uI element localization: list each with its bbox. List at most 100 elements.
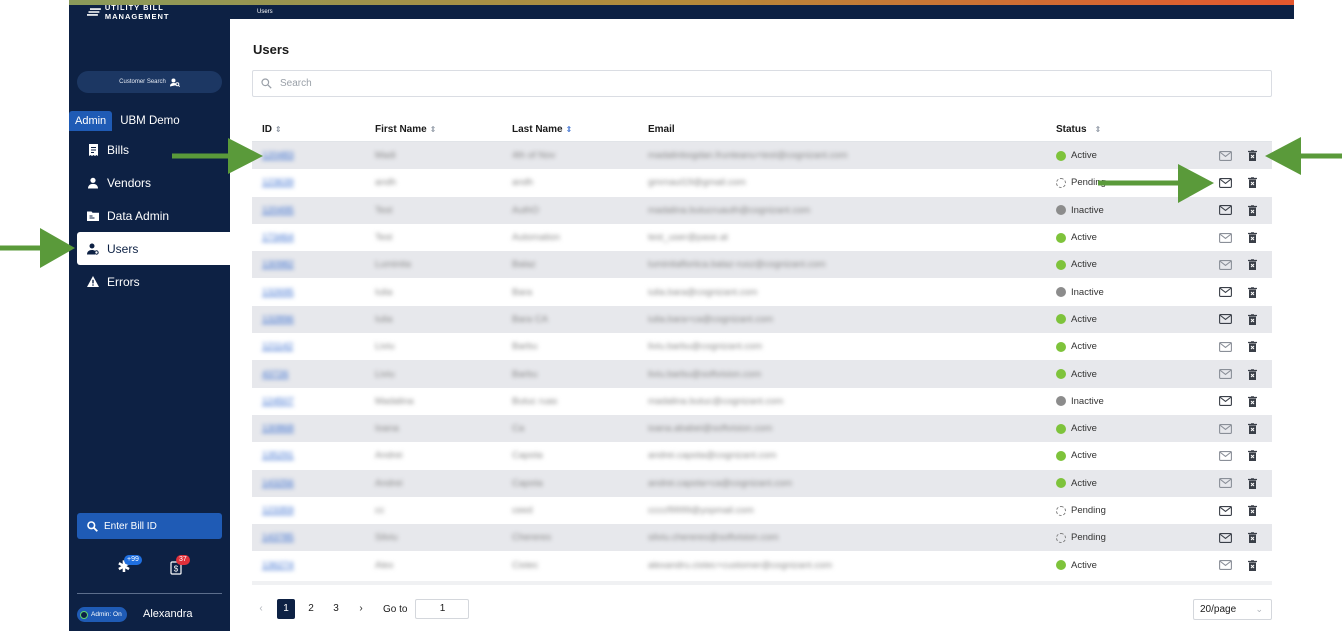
table-row[interactable]: 132896 Iulia Bara CA iulia.bara+ca@cognizan… — [252, 305, 1272, 334]
bills-icon — [87, 143, 99, 156]
user-id-link[interactable]: 121142 — [262, 341, 293, 352]
cell-email: luminitafloriica.balaz-rusz@cognizant.co… — [648, 259, 826, 271]
table-row[interactable]: 132695 Iulia Bara iulia.bara@cognizant.com I… — [252, 278, 1272, 305]
email-icon[interactable] — [1218, 231, 1232, 245]
table-row[interactable]: 136274 Alex Cistec alexandru.cistec+custome… — [252, 551, 1272, 578]
column-header-last-name[interactable]: Last Name ⇕ — [512, 124, 648, 135]
breadcrumb[interactable]: Users — [257, 9, 273, 15]
user-id-link[interactable]: 132695 — [262, 287, 294, 298]
delete-icon[interactable] — [1245, 203, 1259, 217]
sidebar-item-errors[interactable]: Errors — [69, 265, 230, 298]
column-header-first-name[interactable]: First Name ⇕ — [375, 124, 512, 135]
search-input[interactable] — [280, 78, 1180, 89]
table-row[interactable]: 173464 Test Automation test_user@pase.at Act… — [252, 224, 1272, 251]
tab-admin[interactable]: Admin — [69, 111, 113, 131]
page-button-1[interactable]: 1 — [277, 599, 295, 619]
delete-icon[interactable] — [1245, 176, 1259, 190]
sidebar-item-data-admin[interactable]: Data Admin — [69, 199, 230, 232]
search-bar[interactable] — [252, 70, 1272, 97]
email-icon[interactable] — [1218, 558, 1232, 572]
horizontal-scrollbar[interactable] — [252, 581, 1272, 585]
table-row[interactable]: 135291 Andrei Capota andrei.capota@cognizan… — [252, 442, 1272, 469]
delete-icon[interactable] — [1245, 285, 1259, 299]
user-id-link[interactable]: 43726 — [262, 369, 288, 380]
email-icon[interactable] — [1218, 149, 1232, 163]
cell-actions — [1212, 176, 1272, 190]
email-icon[interactable] — [1218, 367, 1232, 381]
column-header-label: ID — [262, 124, 272, 135]
email-icon[interactable] — [1218, 504, 1232, 518]
status-dot-icon — [1056, 369, 1066, 380]
delete-icon[interactable] — [1245, 340, 1259, 354]
email-icon[interactable] — [1218, 176, 1232, 190]
delete-icon[interactable] — [1245, 504, 1259, 518]
bill-id-search[interactable]: Enter Bill ID — [77, 513, 222, 539]
email-icon[interactable] — [1218, 422, 1232, 436]
delete-icon[interactable] — [1245, 312, 1259, 326]
page-button-2[interactable]: 2 — [302, 599, 320, 619]
goto-page-input[interactable]: 1 — [415, 599, 470, 619]
delete-icon[interactable] — [1245, 231, 1259, 245]
email-icon[interactable] — [1218, 476, 1232, 490]
column-header-id[interactable]: ID ⇕ — [252, 124, 375, 135]
column-header-status[interactable]: Status ⇕ — [1056, 124, 1212, 135]
table-row[interactable]: 124507 Madalina Butuc ruas madalina.butuc@c… — [252, 388, 1272, 415]
delete-icon[interactable] — [1245, 149, 1259, 163]
table-row[interactable]: 143256 Andrei Capota andrei.capota+ca@cogni… — [252, 469, 1272, 497]
email-icon[interactable] — [1218, 285, 1232, 299]
user-id-link[interactable]: 143256 — [262, 478, 294, 489]
bill-notification-icon[interactable]: $ 37 — [167, 555, 190, 577]
tab-ubm-demo[interactable]: UBM Demo — [112, 111, 187, 131]
email-icon[interactable] — [1218, 340, 1232, 354]
user-id-link[interactable]: 130982 — [262, 259, 294, 270]
goto-label: Go to — [383, 603, 408, 615]
column-header-label: Status — [1056, 124, 1087, 135]
delete-icon[interactable] — [1245, 367, 1259, 381]
cell-first-name: Test — [375, 232, 393, 244]
user-id-link[interactable]: 143785 — [262, 532, 294, 543]
user-id-link[interactable]: 132896 — [262, 314, 294, 325]
next-page-button[interactable]: › — [352, 599, 370, 619]
email-icon[interactable] — [1218, 258, 1232, 272]
table-row[interactable]: 121142 Liviu Barbu liviu.barbu@cognizant.co… — [252, 333, 1272, 360]
email-icon[interactable] — [1218, 394, 1232, 408]
delete-icon[interactable] — [1245, 449, 1259, 463]
user-id-link[interactable]: 173464 — [262, 232, 294, 243]
prev-page-button[interactable]: ‹ — [252, 599, 270, 619]
table-row[interactable]: 130982 Luminita Balaz luminitafloriica.bala… — [252, 251, 1272, 279]
asterisk-notification-icon[interactable]: ✱ +99 — [115, 555, 142, 577]
brand[interactable]: UTILITY BILL MANAGEMENT — [69, 3, 230, 21]
delete-icon[interactable] — [1245, 476, 1259, 490]
email-icon[interactable] — [1218, 449, 1232, 463]
email-icon[interactable] — [1218, 203, 1232, 217]
user-id-link[interactable]: 123359 — [262, 505, 294, 516]
cell-id: 135291 — [252, 450, 375, 461]
delete-icon[interactable] — [1245, 394, 1259, 408]
cell-email: iulia.bara+ca@cognizant.com — [648, 313, 774, 325]
table-row[interactable]: 123359 cc ceed ccccf9999@yopmail.com Pending — [252, 497, 1272, 524]
user-id-link[interactable]: 130868 — [262, 423, 294, 434]
email-icon[interactable] — [1218, 312, 1232, 326]
delete-icon[interactable] — [1245, 558, 1259, 572]
delete-icon[interactable] — [1245, 531, 1259, 545]
user-id-link[interactable]: 124507 — [262, 396, 294, 407]
user-id-link[interactable]: 120483 — [262, 150, 294, 161]
customer-search-button[interactable]: Customer Search — [77, 71, 222, 93]
workspace-tabs: Admin UBM Demo — [69, 111, 230, 131]
page-size-select[interactable]: 20/page ⌄ — [1193, 599, 1272, 620]
admin-mode-toggle[interactable]: Admin: On — [77, 607, 127, 622]
page-button-3[interactable]: 3 — [327, 599, 345, 619]
cell-actions — [1212, 312, 1272, 326]
table-row[interactable]: 43726 Liviu Barbu liviu.barbu@softvision.co… — [252, 360, 1272, 388]
current-user-name[interactable]: Alexandra — [143, 607, 193, 622]
table-row[interactable]: 143785 Silviu Chereres silviu.chereres@soft… — [252, 524, 1272, 552]
user-id-link[interactable]: 120495 — [262, 205, 294, 216]
sidebar-item-users[interactable]: Users — [77, 232, 230, 265]
table-row[interactable]: 130868 Ioana Ca ioana.ababei@softvision.com… — [252, 414, 1272, 443]
user-id-link[interactable]: 135291 — [262, 450, 294, 461]
delete-icon[interactable] — [1245, 422, 1259, 436]
user-id-link[interactable]: 136274 — [262, 560, 294, 571]
user-id-link[interactable]: 123639 — [262, 177, 294, 188]
delete-icon[interactable] — [1245, 258, 1259, 272]
email-icon[interactable] — [1218, 531, 1232, 545]
